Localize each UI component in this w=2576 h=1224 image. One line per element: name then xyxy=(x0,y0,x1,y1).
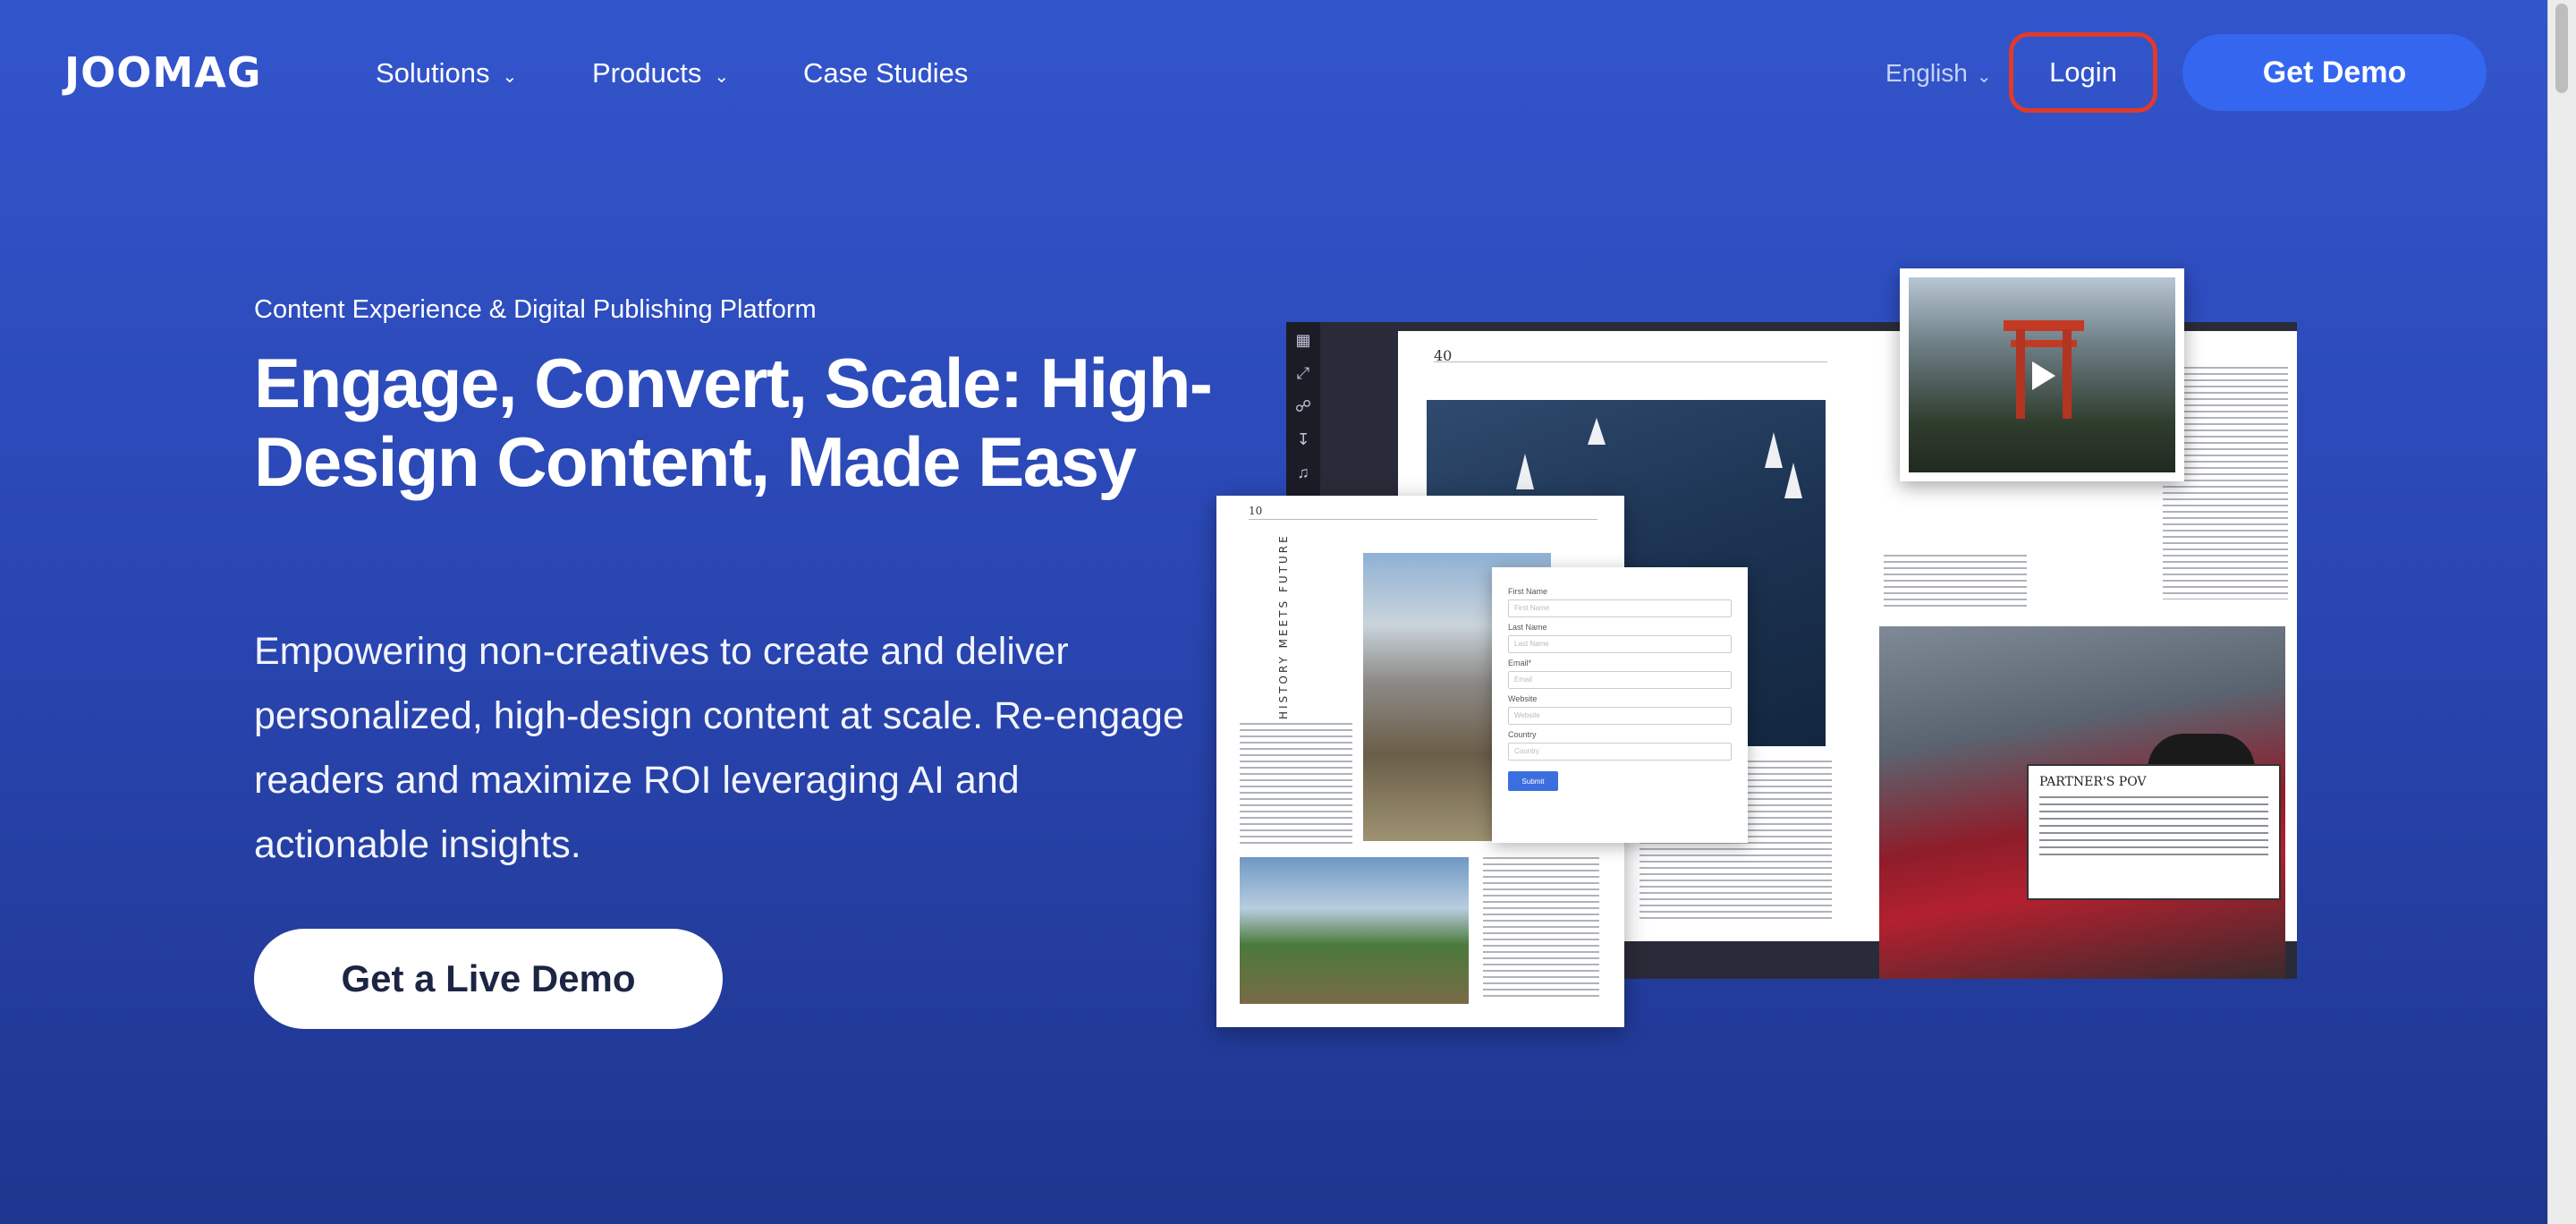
nav-case-studies-label: Case Studies xyxy=(803,57,969,89)
form-label: Country xyxy=(1508,730,1537,739)
article-text xyxy=(1483,857,1599,1000)
joomag-logo[interactable]: JOOMAG xyxy=(64,48,261,97)
partners-pov-quote: PARTNER'S POV xyxy=(2027,764,2281,900)
nav-products-label: Products xyxy=(592,57,702,89)
page-rule xyxy=(1434,361,1827,362)
get-live-demo-button[interactable]: Get a Live Demo xyxy=(254,929,723,1029)
download-icon[interactable]: ↧ xyxy=(1296,430,1309,449)
chevron-down-icon: ⌄ xyxy=(714,66,730,87)
play-icon[interactable] xyxy=(2032,361,2055,390)
nav-products[interactable]: Products ⌄ xyxy=(592,57,729,89)
form-label: Email* xyxy=(1508,659,1532,667)
language-selector[interactable]: English ⌄ xyxy=(1885,59,1992,88)
sailboat xyxy=(1784,463,1802,498)
chevron-down-icon: ⌄ xyxy=(502,66,518,87)
login-button[interactable]: Login xyxy=(2009,32,2157,113)
article-text xyxy=(1884,555,2027,608)
get-demo-button[interactable]: Get Demo xyxy=(2182,34,2487,111)
hero-headline: Engage, Convert, Scale: High-Design Cont… xyxy=(254,344,1213,501)
torii-gate-video-thumbnail xyxy=(1909,277,2175,472)
language-label: English xyxy=(1885,59,1968,87)
website-field[interactable]: Website xyxy=(1508,707,1732,725)
first-name-field[interactable]: First Name xyxy=(1508,599,1732,617)
nav-solutions[interactable]: Solutions ⌄ xyxy=(376,57,517,89)
sailboat xyxy=(1588,418,1606,445)
video-card[interactable] xyxy=(1900,268,2184,481)
hero-eyebrow: Content Experience & Digital Publishing … xyxy=(254,295,817,324)
lead-form-card: First Name First Name Last Name Last Nam… xyxy=(1492,567,1748,843)
sailboat xyxy=(1765,432,1783,468)
sound-icon[interactable]: ♫ xyxy=(1297,463,1309,482)
scrollbar-thumb[interactable] xyxy=(2555,4,2568,93)
road-image xyxy=(1240,857,1469,1004)
sailboat xyxy=(1516,454,1534,489)
nav-case-studies[interactable]: Case Studies xyxy=(803,57,968,89)
share-icon[interactable]: ☍ xyxy=(1295,397,1311,416)
quote-title: PARTNER'S POV xyxy=(2039,775,2147,789)
magazine-mockup: ▦ ⤢ ☍ ↧ ♫ 40 PARTNER'S POV 10 HISTORY ME… xyxy=(1216,268,2299,1038)
quote-text xyxy=(2039,796,2268,859)
top-navigation: JOOMAG Solutions ⌄ Products ⌄ Case Studi… xyxy=(0,0,2547,147)
nav-solutions-label: Solutions xyxy=(376,57,490,89)
country-field[interactable]: Country xyxy=(1508,743,1732,761)
form-label: First Name xyxy=(1508,587,1548,596)
form-label: Website xyxy=(1508,694,1538,703)
form-label: Last Name xyxy=(1508,623,1547,632)
page-rule xyxy=(1249,519,1597,520)
scrollbar[interactable] xyxy=(2547,0,2576,1224)
last-name-field[interactable]: Last Name xyxy=(1508,635,1732,653)
chevron-down-icon: ⌄ xyxy=(1976,66,1992,87)
page-number: 10 xyxy=(1249,505,1263,517)
form-submit-button[interactable]: Submit xyxy=(1508,771,1558,791)
article-text xyxy=(1240,723,1352,848)
grid-icon[interactable]: ▦ xyxy=(1295,331,1310,350)
email-field[interactable]: Email xyxy=(1508,671,1732,689)
expand-icon[interactable]: ⤢ xyxy=(1297,364,1309,383)
vertical-title: HISTORY MEETS FUTURE xyxy=(1277,533,1290,719)
hero-subtext: Empowering non-creatives to create and d… xyxy=(254,630,1184,866)
